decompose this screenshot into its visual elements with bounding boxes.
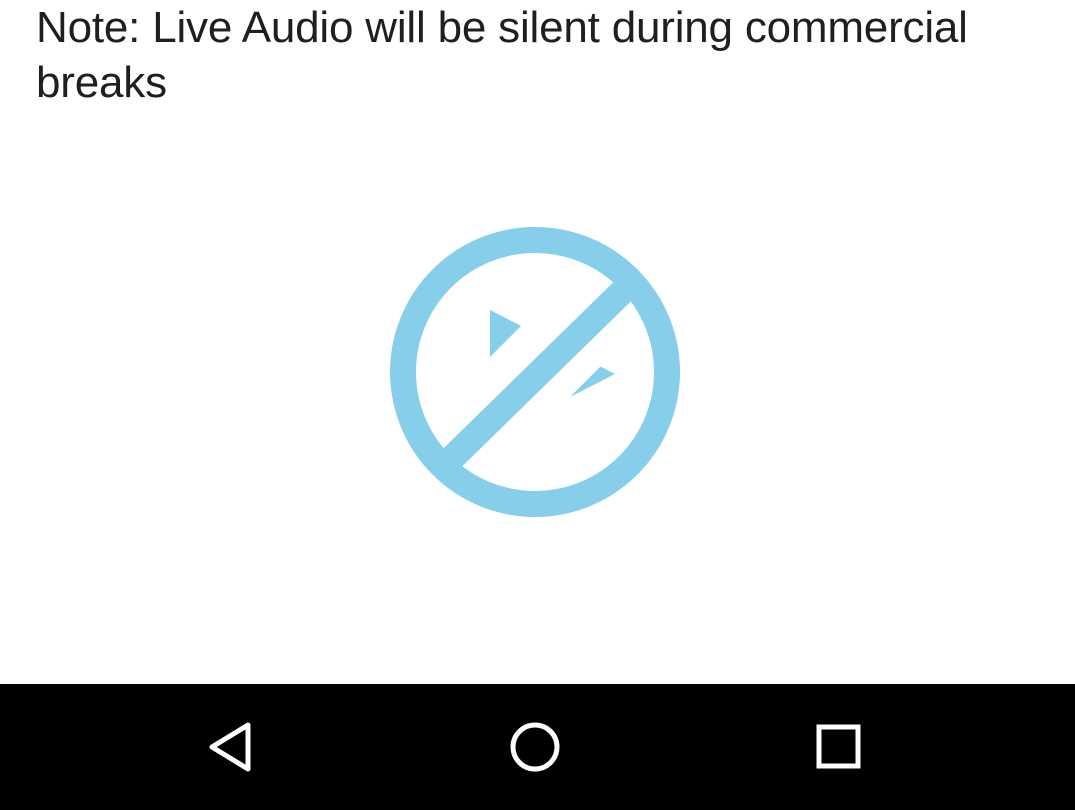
no-playback-icon — [389, 226, 681, 518]
home-button[interactable] — [500, 712, 570, 782]
home-icon — [500, 712, 570, 782]
back-button[interactable] — [198, 712, 268, 782]
back-icon — [198, 712, 268, 782]
live-audio-note: Note: Live Audio will be silent during c… — [36, 3, 968, 107]
app-screen: Note: Live Audio will be silent during c… — [0, 0, 1075, 810]
navigation-bar — [0, 684, 1075, 810]
recents-icon — [804, 712, 874, 782]
recents-button[interactable] — [804, 712, 874, 782]
